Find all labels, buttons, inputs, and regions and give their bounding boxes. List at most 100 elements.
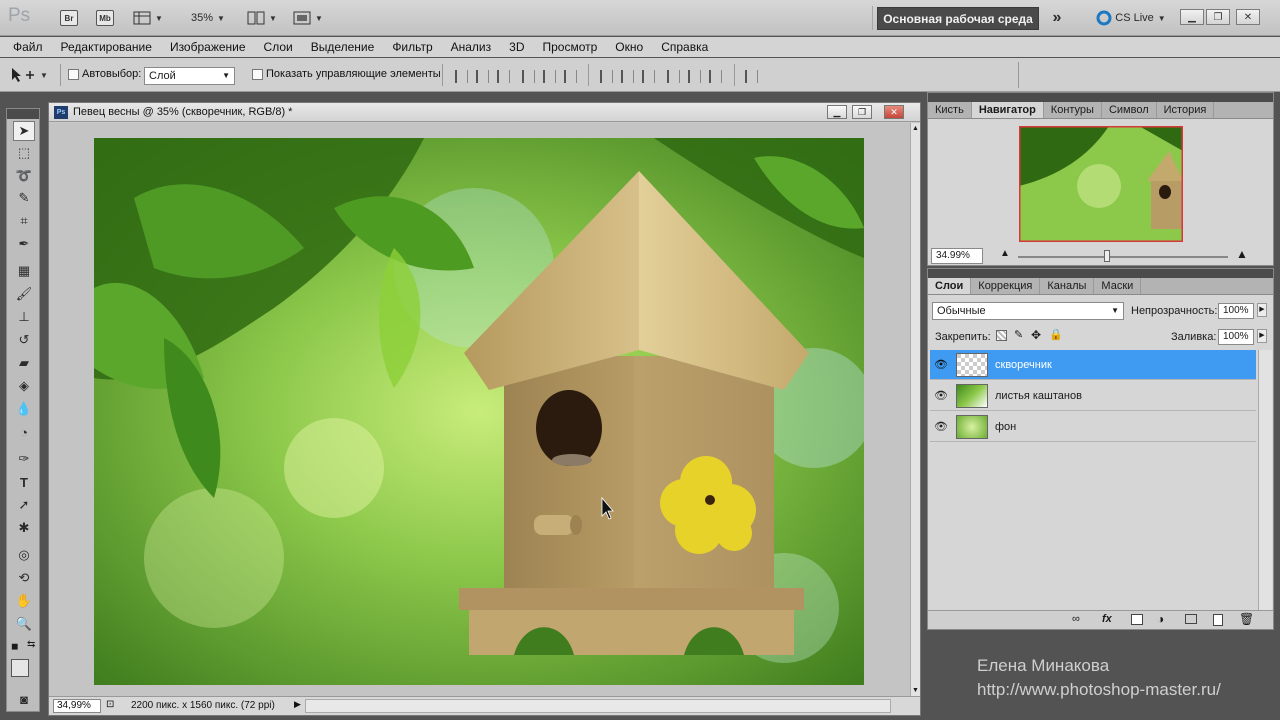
zoom-slider-track[interactable] bbox=[1018, 256, 1228, 258]
menu-analysis[interactable]: Анализ bbox=[451, 40, 492, 54]
panel-header[interactable] bbox=[928, 93, 1273, 102]
menu-edit[interactable]: Редактирование bbox=[61, 40, 152, 54]
screen-mode-button[interactable]: ▼ bbox=[290, 8, 326, 28]
menu-filter[interactable]: Фильтр bbox=[392, 40, 432, 54]
more-workspaces-icon[interactable]: » bbox=[1046, 8, 1068, 28]
fx-icon[interactable]: fx bbox=[1102, 613, 1112, 625]
bridge-button[interactable]: Br bbox=[60, 10, 78, 26]
trash-icon[interactable]: 🗑 bbox=[1239, 612, 1254, 626]
menu-view[interactable]: Просмотр bbox=[542, 40, 597, 54]
doc-minimize-button[interactable]: ▁ bbox=[827, 105, 847, 119]
panel-header[interactable] bbox=[928, 269, 1273, 278]
distribute-top-icon[interactable] bbox=[600, 70, 613, 83]
add-mask-icon[interactable] bbox=[1131, 614, 1143, 625]
layer-row[interactable]: 👁 скворечник bbox=[930, 350, 1256, 380]
default-colors-icon[interactable]: ◼ bbox=[11, 641, 18, 652]
toolbox-header[interactable] bbox=[7, 109, 39, 119]
document-image[interactable] bbox=[94, 138, 864, 685]
quick-mask-button[interactable]: ◙ bbox=[13, 689, 35, 709]
lock-transparency-icon[interactable] bbox=[996, 330, 1007, 341]
marquee-tool[interactable]: ⬚ bbox=[13, 143, 35, 163]
tab-masks[interactable]: Маски bbox=[1094, 278, 1142, 294]
shape-tool[interactable]: ✱ bbox=[13, 518, 35, 538]
doc-restore-button[interactable]: ❐ bbox=[852, 105, 872, 119]
3d-rotate-tool[interactable]: ◎ bbox=[13, 545, 35, 565]
zoom-in-icon[interactable]: ▲ bbox=[1236, 247, 1248, 261]
menu-image[interactable]: Изображение bbox=[170, 40, 246, 54]
tab-history[interactable]: История bbox=[1157, 102, 1215, 118]
new-group-icon[interactable] bbox=[1185, 614, 1197, 624]
autoselect-checkbox[interactable] bbox=[68, 68, 79, 80]
hand-tool[interactable]: ✋ bbox=[13, 591, 35, 611]
navigator-preview[interactable] bbox=[1019, 126, 1183, 242]
tab-paths[interactable]: Контуры bbox=[1044, 102, 1102, 118]
menu-file[interactable]: Файл bbox=[13, 40, 43, 54]
layer-row[interactable]: 👁 фон bbox=[930, 412, 1256, 442]
type-tool[interactable]: T bbox=[13, 472, 35, 492]
adjustment-layer-icon[interactable]: ◑ bbox=[1157, 612, 1164, 626]
3d-orbit-tool[interactable]: ⟲ bbox=[13, 568, 35, 588]
doc-info-icon[interactable]: ⊡ bbox=[106, 699, 114, 710]
minibridge-button[interactable]: Mb bbox=[96, 10, 114, 26]
view-extras-button[interactable]: ▼ bbox=[130, 8, 166, 28]
move-tool[interactable]: ➤ bbox=[13, 121, 35, 141]
lock-position-icon[interactable]: ✥ bbox=[1031, 328, 1041, 342]
tab-brush[interactable]: Кисть bbox=[928, 102, 972, 118]
tab-adjustments[interactable]: Коррекция bbox=[971, 278, 1041, 294]
dodge-tool[interactable]: ◔ bbox=[13, 422, 35, 442]
menu-window[interactable]: Окно bbox=[615, 40, 643, 54]
brush-tool[interactable]: 🖌 bbox=[13, 284, 35, 304]
lasso-tool[interactable]: ➰ bbox=[13, 166, 35, 186]
arrange-documents-button[interactable]: ▼ bbox=[244, 8, 280, 28]
zoom-tool[interactable]: 🔍 bbox=[13, 614, 35, 634]
menu-layers[interactable]: Слои bbox=[264, 40, 293, 54]
distribute-bottom-icon[interactable] bbox=[642, 70, 655, 83]
layer-row[interactable]: 👁 листья каштанов bbox=[930, 381, 1256, 411]
minimize-button[interactable]: ▁ bbox=[1180, 9, 1204, 25]
autoselect-option[interactable]: Автовыбор: bbox=[68, 68, 141, 80]
horizontal-scrollbar[interactable] bbox=[305, 699, 891, 713]
healing-brush-tool[interactable]: ▦ bbox=[13, 261, 35, 281]
paint-bucket-tool[interactable]: ◈ bbox=[13, 376, 35, 396]
eye-icon[interactable]: 👁 bbox=[934, 389, 948, 403]
quick-selection-tool[interactable]: ✎ bbox=[13, 188, 35, 208]
tab-navigator[interactable]: Навигатор bbox=[971, 102, 1044, 118]
close-button[interactable]: ✕ bbox=[1236, 9, 1260, 25]
path-selection-tool[interactable]: ➚ bbox=[13, 495, 35, 515]
fill-slider-button[interactable]: ▶ bbox=[1257, 329, 1267, 343]
distribute-left-icon[interactable] bbox=[667, 70, 680, 83]
navigator-zoom-field[interactable]: 34.99% bbox=[931, 248, 983, 264]
menu-select[interactable]: Выделение bbox=[311, 40, 375, 54]
align-vertical-center-icon[interactable] bbox=[476, 70, 489, 83]
scroll-up-icon[interactable]: ▲ bbox=[912, 125, 919, 132]
menu-3d[interactable]: 3D bbox=[509, 40, 524, 54]
workspace-button[interactable]: Основная рабочая среда bbox=[877, 7, 1039, 30]
crop-tool[interactable]: ⌗ bbox=[13, 211, 35, 231]
restore-button[interactable]: ❐ bbox=[1206, 9, 1230, 25]
eyedropper-tool[interactable]: ✒ bbox=[13, 234, 35, 254]
foreground-color-swatch[interactable] bbox=[11, 659, 29, 677]
align-top-icon[interactable] bbox=[455, 70, 468, 83]
tab-layers[interactable]: Слои bbox=[928, 278, 972, 294]
cs-live-button[interactable]: CS Live ▼ bbox=[1092, 8, 1170, 28]
tab-character[interactable]: Символ bbox=[1102, 102, 1157, 118]
align-left-icon[interactable] bbox=[522, 70, 535, 83]
distribute-vertical-center-icon[interactable] bbox=[621, 70, 634, 83]
blend-mode-dropdown[interactable]: Обычные ▼ bbox=[932, 302, 1124, 320]
tool-preset-picker[interactable]: ▼ bbox=[8, 66, 48, 84]
align-horizontal-center-icon[interactable] bbox=[543, 70, 556, 83]
history-brush-tool[interactable]: ↺ bbox=[13, 330, 35, 350]
layers-scrollbar[interactable] bbox=[1258, 350, 1272, 610]
eraser-tool[interactable]: ▰ bbox=[13, 353, 35, 373]
opacity-field[interactable]: 100% bbox=[1218, 303, 1254, 319]
autoselect-dropdown[interactable]: Слой ▼ bbox=[144, 67, 235, 85]
align-bottom-icon[interactable] bbox=[497, 70, 510, 83]
zoom-level-dropdown[interactable]: 35% ▼ bbox=[184, 8, 232, 28]
fill-field[interactable]: 100% bbox=[1218, 329, 1254, 345]
eye-icon[interactable]: 👁 bbox=[934, 358, 948, 372]
zoom-out-icon[interactable]: ▲ bbox=[1000, 248, 1010, 259]
scroll-down-icon[interactable]: ▼ bbox=[912, 687, 919, 694]
zoom-field[interactable]: 34,99% bbox=[53, 699, 101, 713]
show-transform-controls-option[interactable]: Показать управляющие элементы bbox=[252, 68, 441, 80]
eye-icon[interactable]: 👁 bbox=[934, 420, 948, 434]
